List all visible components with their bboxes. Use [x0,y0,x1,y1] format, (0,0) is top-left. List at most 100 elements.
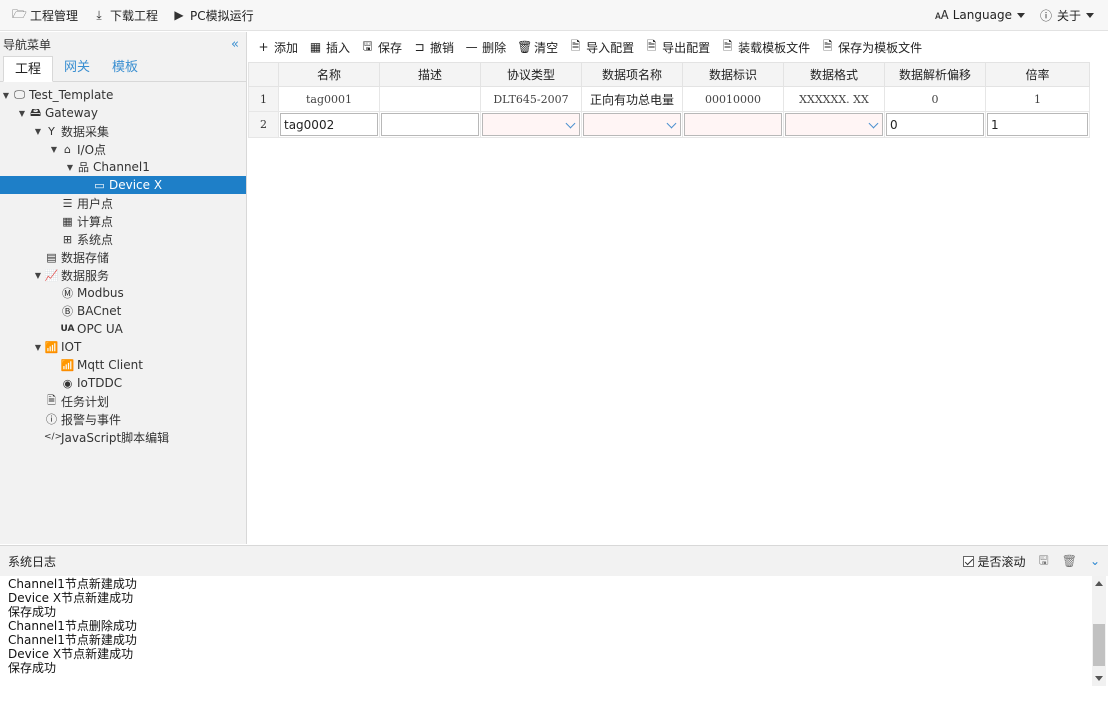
save-button[interactable]: 🖫 保存 [361,37,402,58]
table-cell[interactable]: 0 [884,86,986,112]
parse-offset-input[interactable] [886,113,984,136]
tab-project[interactable]: 工程 [3,56,54,82]
clear-label: 清空 [534,40,559,55]
tree-node-channel1[interactable]: ▼ 品 Channel1 [0,158,246,176]
column-header[interactable]: 描述 [379,62,481,87]
table-row-editing[interactable]: 2 [248,111,1090,138]
table-cell[interactable]: 00010000 [682,86,784,112]
tree-node-user-points[interactable]: ▼ ☰ 用户点 [0,194,246,212]
multiplier-cell [985,111,1090,138]
scroll-up-arrow-icon[interactable] [1095,581,1103,586]
monitor-icon: 🖵 [14,88,25,101]
table-cell[interactable]: DLT645-2007 [480,86,582,112]
tree-node-alarm-events[interactable]: ▼ ⓘ 报警与事件 [0,410,246,428]
protocol-type-select[interactable] [482,113,580,136]
column-header[interactable]: 协议类型 [480,62,582,87]
clear-log-icon[interactable]: 🗑 [1062,554,1077,568]
clear-button[interactable]: 🗑 清空 [517,39,558,56]
export-config-button[interactable]: 🗎 导出配置 [645,37,710,58]
log-content: Channel1节点新建成功 Device X节点新建成功 保存成功 Chann… [0,576,1091,686]
log-scrollbar[interactable] [1092,576,1106,686]
expand-arrow-icon[interactable]: ▼ [32,271,44,280]
tree-node-label: 用户点 [77,196,114,211]
chevron-down-icon [1086,12,1094,18]
column-header[interactable]: 数据项名称 [581,62,683,87]
language-menu[interactable]: 🗚 Language [935,8,1025,23]
table-cell[interactable]: 正向有功总电量 [581,86,683,112]
scroll-down-arrow-icon[interactable] [1095,676,1103,681]
insert-button[interactable]: ▦ 插入 [309,39,350,56]
name-input[interactable] [280,113,378,136]
tree-node-modbus[interactable]: ▼ Ⓜ Modbus [0,284,246,302]
tree-node-data-service[interactable]: ▼ 📈 数据服务 [0,266,246,284]
log-line: Device X节点新建成功 [8,647,134,661]
expand-arrow-icon[interactable]: ▼ [16,109,28,118]
tree-node-label: Channel1 [93,160,150,174]
project-manage-menu[interactable]: 🗁 工程管理 [12,5,78,26]
document-icon: 🗎 [47,393,56,407]
expand-arrow-icon[interactable]: ▼ [32,127,44,136]
table-cell[interactable] [379,86,481,112]
tree-node-test-template[interactable]: ▼ 🖵 Test_Template [0,86,246,104]
table-cell[interactable]: XXXXXX. XX [783,86,885,112]
table-cell[interactable]: 1 [985,86,1090,112]
parse-offset-cell [884,111,986,138]
expand-arrow-icon[interactable]: ▼ [64,163,76,172]
about-menu[interactable]: ⓘ 关于 [1039,7,1094,24]
language-icon: 🗚 [934,7,949,22]
tree-node-label: I/O点 [77,142,107,157]
tree-node-javascript-editor[interactable]: ▼ </> JavaScript脚本编辑 [0,428,246,446]
load-template-button[interactable]: 🗎 装载模板文件 [721,37,810,58]
about-label: 关于 [1056,8,1081,23]
collapse-sidebar-icon[interactable]: « [231,37,239,52]
tree-node-device-x[interactable]: ▼ ▭ Device X [0,176,246,194]
download-project-menu[interactable]: ⤓ 下载工程 [92,7,158,24]
tree-node-label: 数据存储 [61,250,110,265]
tree-node-task-plan[interactable]: ▼ 🗎 任务计划 [0,392,246,410]
scrollbar-thumb[interactable] [1093,624,1105,666]
tree-node-io-points[interactable]: ▼ ⌂ I/O点 [0,140,246,158]
undo-button[interactable]: ⊐ 撤销 [413,39,455,56]
column-header[interactable]: 数据格式 [783,62,885,87]
tree-node-gateway[interactable]: ▼ 🖴 Gateway [0,104,246,122]
data-id-input[interactable] [684,113,782,136]
tree-node-opc-ua[interactable]: ▼ UA OPC UA [0,320,246,338]
multiplier-input[interactable] [987,113,1088,136]
data-item-name-select[interactable] [583,113,681,136]
table-row[interactable]: 1 tag0001 DLT645-2007 正向有功总电量 00010000 X… [248,86,1090,112]
column-header[interactable]: 数据标识 [682,62,784,87]
tree-node-bacnet[interactable]: ▼ Ⓑ BACnet [0,302,246,320]
import-config-button[interactable]: 🗎 导入配置 [569,37,634,58]
pc-simulate-run-menu[interactable]: ▶ PC模拟运行 [172,7,253,24]
add-button[interactable]: + 添加 [257,39,298,56]
tree-node-calc-points[interactable]: ▼ ▦ 计算点 [0,212,246,230]
tree-node-iot[interactable]: ▼ 📶 IOT [0,338,246,356]
expand-arrow-icon[interactable]: ▼ [32,343,44,352]
tab-gateway[interactable]: 网关 [53,55,101,81]
save-as-template-button[interactable]: 🗎 保存为模板文件 [821,37,922,58]
expand-arrow-icon[interactable]: ▼ [48,145,60,154]
tree-node-mqtt-client[interactable]: ▼ 📶 Mqtt Client [0,356,246,374]
tree-node-data-storage[interactable]: ▼ ▤ 数据存储 [0,248,246,266]
collapse-panel-icon[interactable]: ⌄ [1090,554,1100,568]
tab-template[interactable]: 模板 [101,55,149,81]
delete-button[interactable]: — 删除 [465,39,507,56]
column-header[interactable]: 数据解析偏移 [884,62,986,87]
save-as-template-label: 保存为模板文件 [838,40,923,55]
tree-node-data-acquisition[interactable]: ▼ Y 数据采集 [0,122,246,140]
description-input[interactable] [381,113,479,136]
tree-node-iotddc[interactable]: ▼ ◉ IoTDDC [0,374,246,392]
expand-arrow-icon[interactable]: ▼ [0,91,12,100]
data-format-select[interactable] [785,113,883,136]
project-manage-label: 工程管理 [30,8,79,23]
column-header[interactable]: 倍率 [985,62,1090,87]
data-id-cell [682,111,784,138]
undo-icon: ⊐ [414,40,425,54]
autoscroll-checkbox[interactable] [963,555,975,567]
load-template-label: 装载模板文件 [738,40,811,55]
table-cell[interactable]: tag0001 [278,86,380,112]
save-log-icon[interactable]: 🖫 [1038,551,1048,572]
column-header[interactable]: 名称 [278,62,380,87]
tree-node-system-points[interactable]: ▼ ⊞ 系统点 [0,230,246,248]
tree-node-label: 报警与事件 [61,412,122,427]
